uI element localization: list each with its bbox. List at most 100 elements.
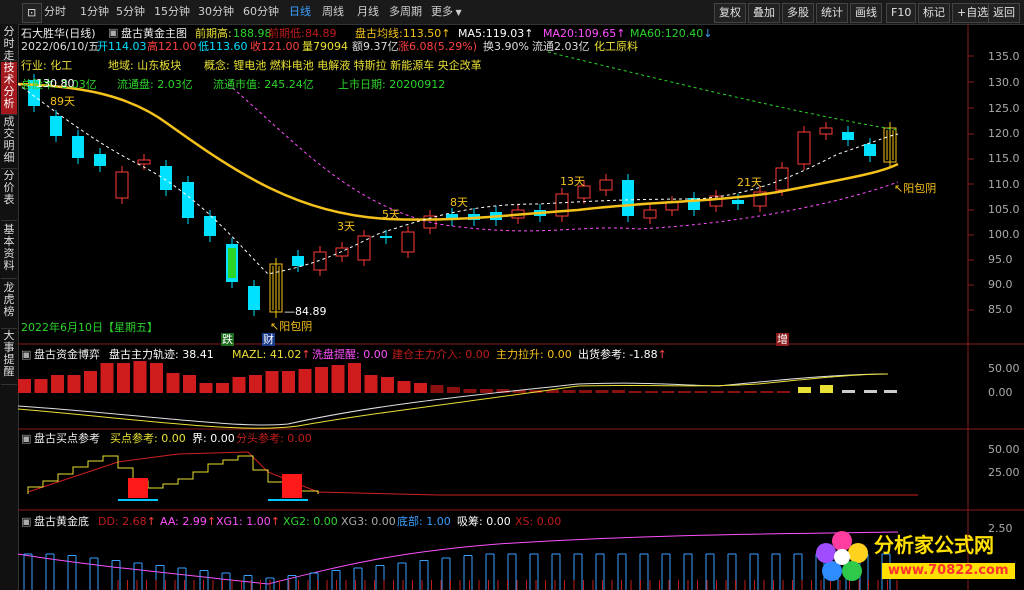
sidebar-tab-profile[interactable]: 基本资料 [1,224,17,279]
candle-body [732,200,744,204]
tab-15min[interactable]: 15分钟 [154,4,190,20]
tab-multi-period[interactable]: 多周期 [389,4,422,20]
capital-bar [711,391,724,393]
indicator-name[interactable]: 盘古黄金主图 [121,27,187,40]
capital-bar [298,369,312,393]
tab-monthly[interactable]: 月线 [357,4,379,20]
days-label-21: 21天 [737,176,762,189]
capital-bar [249,375,262,393]
watermark-logo: 分析家公式网 www.70822.com [812,527,1022,587]
golden-bottom-bar [507,553,517,590]
buy-signal-1 [128,478,148,498]
panel1-menu-icon[interactable]: ▣ [21,348,31,361]
sidebar-tab-price-table[interactable]: 分价表 [1,170,17,221]
sidebar-tab-technical[interactable]: 技术分析 [1,62,17,115]
capital-bar [777,391,790,393]
high-price-label: 130.80 [36,77,75,90]
panel2-name[interactable]: 盘古买点参考 [34,432,100,445]
candle-body [775,167,789,191]
tab-1min[interactable]: 1分钟 [80,4,109,20]
panel3-l4: XG2: 0.00 [283,515,338,528]
golden-bottom-bar [529,553,539,590]
panel1-name[interactable]: 盘古资金博弈 [34,348,100,361]
candle-body [248,286,260,310]
capital-bar [661,391,675,393]
quote-date: 2022/06/10/五 [21,40,100,53]
capital-bar [480,389,493,393]
indicator-selector-icon[interactable]: ▣ [108,26,118,39]
panel1-axis-tick: 50.00 [988,362,1020,375]
f10-button[interactable]: F10 [886,3,917,23]
candle-body [313,251,327,271]
golden-bottom-bar [309,572,319,590]
watermark-title: 分析家公式网 [874,533,994,557]
capital-bar [678,391,691,393]
chart-canvas[interactable] [18,24,1024,590]
toolbar: ⊡ 分时 1分钟 5分钟 15分钟 30分钟 60分钟 日线 周线 月线 多周期… [0,0,1024,25]
info-industry: 行业: 化工 [21,59,73,72]
capital-bar [166,373,180,393]
quote-sector: 化工原料 [594,40,638,53]
overlay-button[interactable]: 叠加 [748,3,780,23]
sidebar-tab-fenshi[interactable]: 分时走势 [1,26,17,74]
ma5-readout: MA5:119.03↑ [458,27,534,40]
golden-bottom-bar [727,553,737,590]
sidebar-tab-events[interactable]: 大事提醒 [1,330,17,385]
fuquan-button[interactable]: 复权 [714,3,746,23]
draw-line-button[interactable]: 画线 [850,3,882,23]
quote-turnover: 换3.90% [483,40,529,53]
panel3-l3: XG1: 1.00↑ [216,515,280,528]
panel1-l5: 主力拉升: 0.00 [496,348,572,361]
capital-bar [628,391,642,393]
capital-bar [612,390,625,393]
capital-bar [579,390,592,393]
marker-cai[interactable]: 财 [262,333,275,346]
menu-icon[interactable]: ⊡ [22,3,42,23]
quote-high: 高121.00 [147,40,197,53]
candle-body [72,136,84,158]
panel2-l1: 买点参考: 0.00 [110,432,186,445]
candle-body [115,171,129,199]
candle-body [137,159,151,165]
back-button[interactable]: 返回 [988,3,1020,23]
stats-button[interactable]: 统计 [816,3,848,23]
golden-bottom-bar [639,553,649,590]
marker-die[interactable]: 跌 [221,333,234,346]
candle-body [864,144,876,156]
capital-bar [183,375,196,393]
panel2-menu-icon[interactable]: ▣ [21,432,31,445]
candle-body [401,231,415,253]
tab-30min[interactable]: 30分钟 [198,4,234,20]
panel2-axis-tick: 50.00 [988,443,1020,456]
tab-5min[interactable]: 5分钟 [116,4,145,20]
panel3-menu-icon[interactable]: ▣ [21,515,31,528]
capital-bar [645,391,658,393]
tab-60min[interactable]: 60分钟 [243,4,279,20]
sidebar-tab-dragon-tiger[interactable]: 龙虎榜 [1,282,17,329]
sidebar-tab-trades[interactable]: 成交明细 [1,116,17,169]
tab-daily[interactable]: 日线 [289,4,311,20]
capital-bar [216,383,229,393]
panel3-name[interactable]: 盘古黄金底 [34,515,89,528]
capital-bar [150,363,163,393]
candle-body [357,235,371,261]
marker-zeng[interactable]: 增 [776,333,789,346]
ma20-readout: MA20:109.65↑ [543,27,626,40]
candle-body [622,180,634,216]
panel1-axis-tick: 0.00 [988,386,1013,399]
info-concept: 概念: 锂电池 燃料电池 电解液 特斯拉 新能源车 央企改革 [204,59,482,72]
golden-bottom-bar [419,560,429,590]
tab-fenshi[interactable]: 分时 [44,4,66,20]
multi-stock-button[interactable]: 多股 [782,3,814,23]
panel3-l5: XG3: 0.00 [341,515,396,528]
panel1-l1: 盘古主力轨迹: 38.41 [109,348,214,361]
price-axis-tick: 85.0 [988,303,1013,316]
price-axis-tick: 120.0 [988,127,1020,140]
info-region: 地域: 山东板块 [108,59,182,72]
golden-bottom-bar [441,557,451,590]
mark-button[interactable]: 标记 [918,3,950,23]
tab-weekly[interactable]: 周线 [322,4,344,20]
tab-more[interactable]: 更多 ▼ [431,4,462,20]
bottom-date: 2022年6月10日【星期五】 [21,321,158,334]
prev-high-label: 前期高: [195,27,232,40]
